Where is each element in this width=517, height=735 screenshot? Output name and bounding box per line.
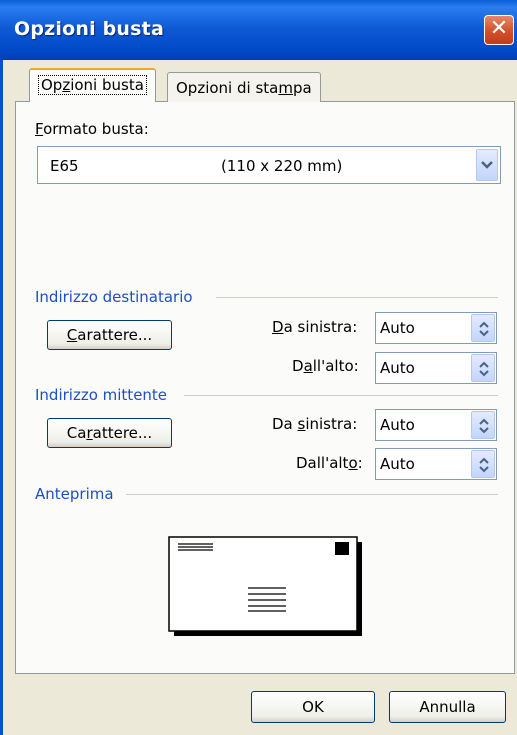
up-down-arrows-icon: [479, 418, 489, 434]
envelope-size-label: Formato busta:: [35, 120, 149, 138]
window-border: [0, 60, 3, 735]
recipient-left-spinner[interactable]: Auto: [375, 312, 497, 344]
close-icon: ✕: [489, 16, 509, 41]
tab-envelope-options-label: Opzioni busta: [38, 75, 147, 95]
spinner-buttons[interactable]: [471, 354, 495, 382]
up-down-arrows-icon: [479, 457, 489, 473]
group-divider: [126, 494, 498, 495]
up-down-arrows-icon: [479, 361, 489, 377]
spinner-buttons[interactable]: [471, 314, 495, 342]
recipient-address-group-label: Indirizzo destinatario: [35, 288, 193, 306]
recipient-font-button[interactable]: Carattere...: [47, 320, 172, 350]
title-bar[interactable]: Opzioni busta ✕: [0, 0, 517, 60]
envelope-size-dropdown[interactable]: E65 (110 x 220 mm): [37, 146, 501, 184]
envelope-size-name: E65: [50, 157, 79, 175]
spinner-buttons[interactable]: [471, 411, 495, 439]
recipient-top-value: Auto: [380, 359, 415, 377]
up-down-arrows-icon: [479, 321, 489, 337]
recipient-left-value: Auto: [380, 319, 415, 337]
recipient-top-spinner[interactable]: Auto: [375, 352, 497, 384]
tab-envelope-options[interactable]: Opzioni busta: [29, 68, 156, 102]
recipient-left-label: Da sinistra:: [272, 318, 358, 336]
close-button[interactable]: ✕: [484, 15, 514, 45]
group-divider: [184, 395, 498, 396]
dropdown-button[interactable]: [476, 149, 498, 181]
recipient-top-label: Dall'alto:: [292, 357, 359, 375]
envelope-size-dimensions: (110 x 220 mm): [221, 157, 343, 175]
envelope-options-dialog: Opzioni busta ✕ Opzioni busta Opzioni di…: [0, 0, 517, 735]
sender-font-button[interactable]: Carattere...: [47, 418, 172, 448]
sender-left-label: Da sinistra:: [272, 415, 358, 433]
sender-top-label: Dall'alto:: [296, 454, 363, 472]
chevron-down-icon: [481, 161, 493, 169]
sender-left-value: Auto: [380, 416, 415, 434]
sender-top-value: Auto: [380, 455, 415, 473]
sender-top-spinner[interactable]: Auto: [375, 448, 497, 480]
envelope-preview: [168, 536, 362, 636]
sender-address-group-label: Indirizzo mittente: [35, 386, 168, 404]
sender-left-spinner[interactable]: Auto: [375, 409, 497, 441]
spinner-buttons[interactable]: [471, 450, 495, 478]
stamp-icon: [335, 542, 349, 555]
tab-print-options[interactable]: Opzioni di stampa: [167, 72, 321, 102]
preview-group-label: Anteprima: [35, 485, 114, 503]
cancel-button[interactable]: Annulla: [389, 691, 506, 723]
window-title: Opzioni busta: [14, 18, 164, 40]
tab-print-options-label: Opzioni di stampa: [176, 79, 312, 97]
ok-button[interactable]: OK: [251, 691, 375, 723]
group-divider: [216, 297, 498, 298]
